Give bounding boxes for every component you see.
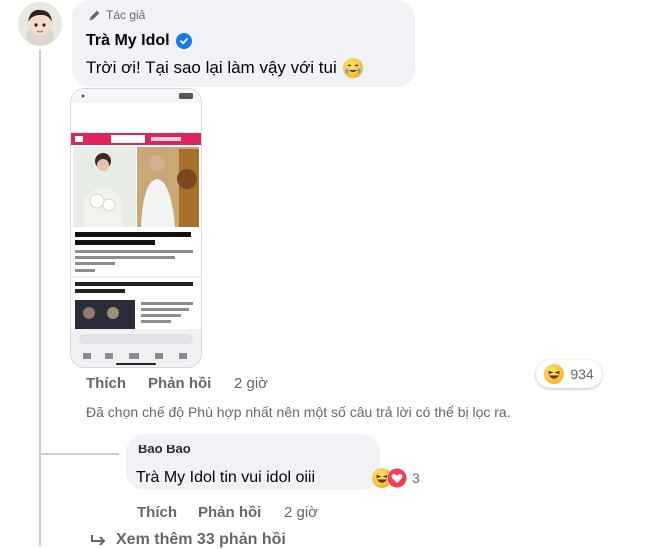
reply-reaction-count: 3 (412, 470, 420, 486)
like-link[interactable]: Thích (86, 375, 126, 392)
comment-timestamp[interactable]: 2 giờ (234, 375, 268, 392)
reply-reaction-summary[interactable]: 3 (372, 467, 420, 489)
haha-reaction-icon (544, 364, 565, 384)
reply-timestamp[interactable]: 2 giờ (284, 504, 318, 521)
reply-text: Trà My Idol tin vui idol oiii (136, 469, 315, 487)
view-more-replies-label[interactable]: Xem thêm 33 phản hồi (116, 531, 286, 549)
comment-author[interactable]: Trà My Idol (86, 32, 192, 50)
view-more-replies-link[interactable]: Xem thêm 33 phản hồi (90, 531, 286, 549)
pencil-icon (88, 9, 101, 22)
reply-text-label: tin vui idol oiii (215, 469, 316, 486)
reply-mention[interactable]: Trà My Idol (136, 469, 215, 486)
comment-attachment-screenshot[interactable] (70, 88, 202, 368)
comment-text: Trời ơi! Tại sao lại làm vậy với tui (86, 58, 363, 78)
filter-notice: Đã chọn chế độ Phù hợp nhất nên một số c… (86, 404, 511, 420)
reply-link[interactable]: Phản hồi (148, 375, 211, 392)
crying-laughing-face-emoji (342, 58, 363, 78)
verified-badge-icon (175, 33, 192, 49)
phone-screenshot-image (71, 89, 201, 367)
thread-line-branch (39, 453, 119, 455)
reply-arrow-icon (90, 533, 108, 547)
thread-line-main (39, 50, 41, 546)
avatar-image (18, 2, 62, 46)
reply-like-link[interactable]: Thích (137, 504, 177, 521)
author-name-label[interactable]: Trà My Idol (86, 32, 170, 50)
reply-reply-link[interactable]: Phản hồi (198, 504, 261, 521)
author-badge: Tác giả (88, 8, 145, 22)
reaction-summary[interactable]: 934 (536, 360, 602, 388)
heart-reaction-icon (387, 468, 407, 488)
author-tag-label: Tác giả (106, 8, 146, 22)
comment-text-label: Trời ơi! Tại sao lại làm vậy với tui (86, 58, 337, 77)
avatar[interactable] (18, 2, 62, 46)
reaction-count: 934 (570, 366, 594, 382)
